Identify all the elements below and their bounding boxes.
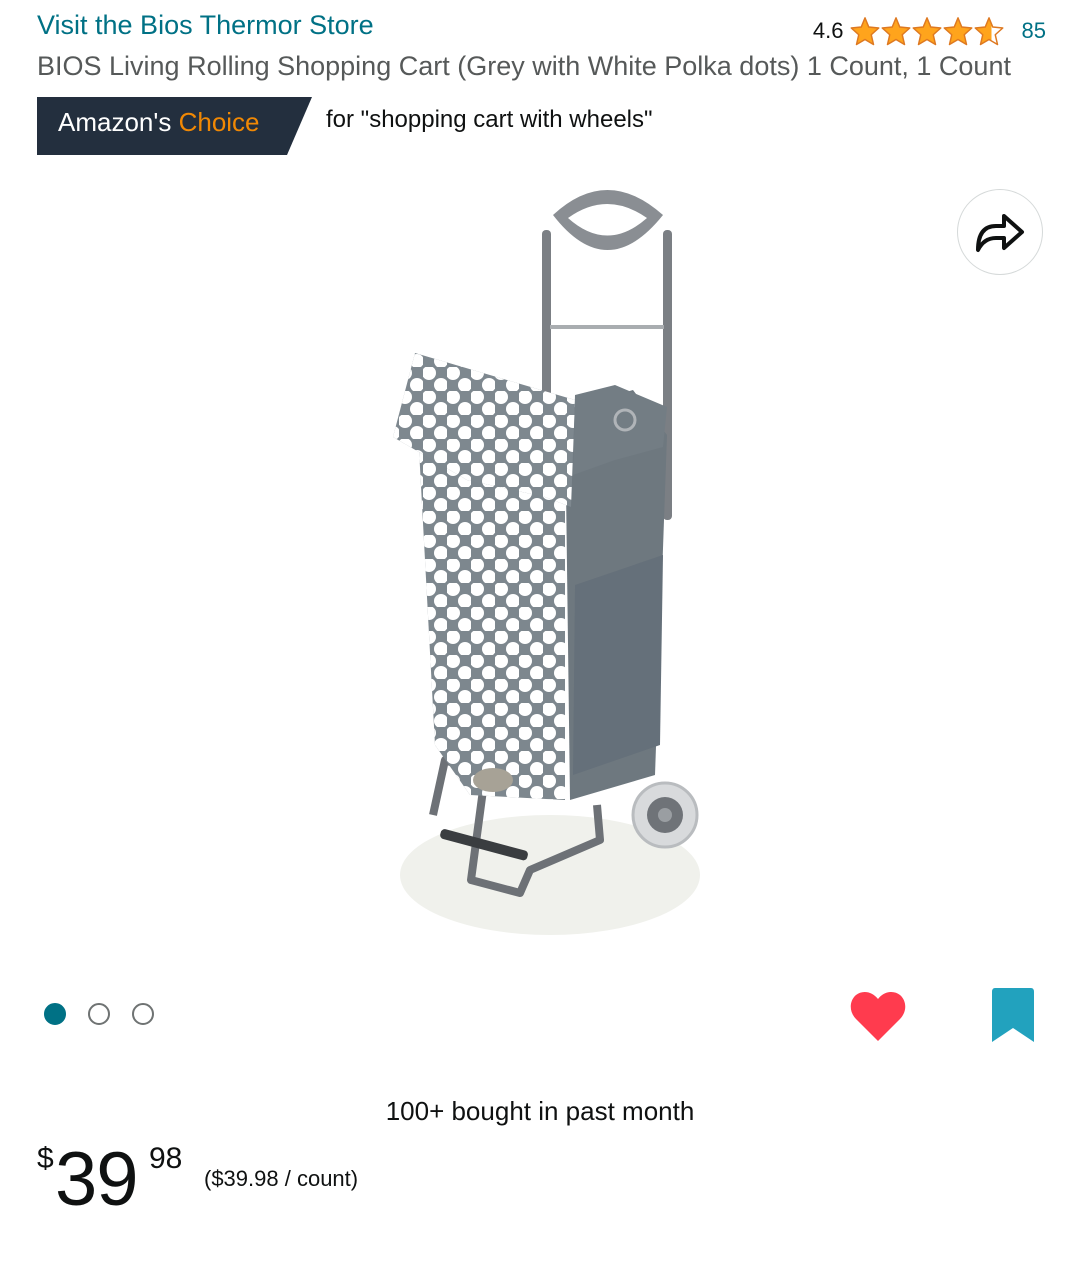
amazons-choice-badge[interactable]: Amazon's Choice (37, 97, 312, 155)
share-button[interactable] (957, 189, 1043, 275)
pagination-dot[interactable] (132, 1003, 154, 1025)
badge-query[interactable]: for "shopping cart with wheels" (326, 106, 653, 134)
star-icon (912, 17, 942, 46)
rating-value: 4.6 (812, 18, 844, 43)
product-title: BIOS Living Rolling Shopping Cart (Grey … (37, 51, 1011, 81)
star-icon (974, 17, 1004, 46)
badge-prefix: Amazon's (58, 107, 172, 137)
star-rating (850, 16, 1004, 46)
heart-icon (850, 991, 906, 1041)
star-icon (850, 17, 880, 46)
bookmark-button[interactable] (990, 986, 1036, 1044)
image-pagination[interactable] (44, 1003, 154, 1025)
rating-summary[interactable]: 4.6 85 (813, 14, 1046, 48)
product-image[interactable] (375, 175, 715, 950)
store-link[interactable]: Visit the Bios Thermor Store (37, 10, 374, 41)
badge-highlight: Choice (178, 107, 260, 137)
bookmark-icon (992, 988, 1034, 1042)
badge-label: Amazon's Choice (58, 107, 260, 138)
share-icon (976, 214, 1024, 252)
price-fraction: 98 (149, 1142, 183, 1175)
bought-in-past-month: 100+ bought in past month (385, 1096, 695, 1126)
wishlist-heart-button[interactable] (850, 990, 906, 1044)
price-symbol: $ (37, 1142, 54, 1175)
rating-count-link[interactable]: 85 (1022, 18, 1046, 44)
price-whole: 39 (55, 1137, 139, 1222)
pagination-dot[interactable] (88, 1003, 110, 1025)
pagination-dot[interactable] (44, 1003, 66, 1025)
unit-price: ($39.98 / count) (204, 1166, 359, 1191)
star-icon (943, 17, 973, 46)
star-icon (881, 17, 911, 46)
